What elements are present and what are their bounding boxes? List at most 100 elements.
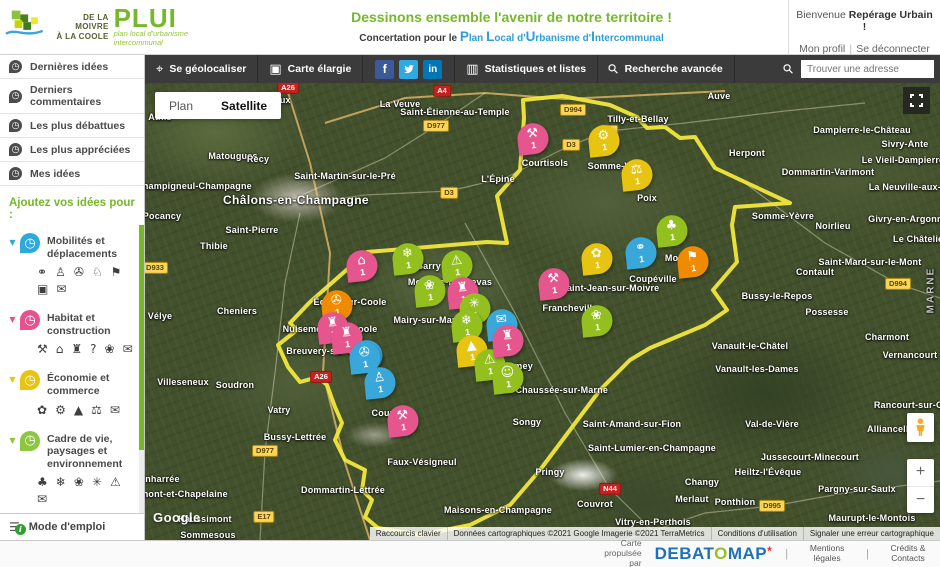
facebook-icon[interactable]: f	[375, 60, 394, 79]
social-icon: ☺	[500, 366, 515, 380]
category-label: Mobilités et déplacements	[47, 233, 134, 260]
map-place-label: Vanault-les-Dames	[715, 364, 798, 374]
factory-icon: ⚙	[55, 403, 66, 417]
clock-bubble-icon: ◷	[20, 233, 40, 253]
road-shield: D995	[759, 500, 785, 512]
help-button[interactable]: ☰i Mode d'emploi	[0, 513, 144, 540]
street-view-pegman[interactable]	[907, 413, 934, 442]
idea-count: 1	[506, 380, 512, 389]
pedestrian-icon: ♙	[55, 265, 66, 279]
map-icon: ▣	[269, 63, 281, 76]
map-place-label: Cheniers	[217, 306, 257, 316]
fullscreen-icon	[910, 94, 923, 107]
geolocate-button[interactable]: ⌖ Se géolocaliser	[145, 55, 258, 83]
category-label: Habitat et construction	[47, 310, 134, 337]
factory-icon: ⚙	[597, 129, 610, 143]
map-place-label: Lenharrée	[145, 474, 180, 484]
map-place-label: L'Épine	[481, 174, 515, 184]
debatomap-logo[interactable]: DEBATOMAP*	[655, 544, 773, 564]
map-type-plan[interactable]: Plan	[155, 92, 207, 119]
geolocate-icon: ⌖	[156, 63, 163, 76]
bus-icon: ▣	[37, 282, 48, 296]
map-place-label: Soudron	[216, 380, 254, 390]
legal-link[interactable]: Mentions légales	[801, 544, 853, 564]
territory-name-line2: À LA COOLE	[50, 32, 109, 42]
fullscreen-button[interactable]	[903, 87, 930, 114]
attribution-item-3[interactable]: Signaler une erreur cartographique	[803, 527, 940, 540]
tractor-icon: ✿	[37, 403, 47, 417]
sidebar-nav-item-2[interactable]: ◷Les plus débattues	[0, 114, 144, 138]
map-place-label: Maisons-en-Champagne	[444, 505, 552, 515]
fields-icon: ❄	[401, 247, 413, 261]
advanced-search-button[interactable]: ⚲ Recherche avancée	[598, 55, 735, 83]
map-place-label: Vanault-le-Châtel	[712, 341, 788, 351]
map-type-satellite[interactable]: Satellite	[207, 92, 281, 119]
twitter-icon[interactable]	[399, 60, 418, 79]
road-shield: A26	[310, 371, 332, 383]
hand-plant-icon: ❀	[74, 475, 84, 489]
map-place-label: Bussy-le-Repos	[742, 291, 813, 301]
idea-count: 1	[360, 268, 366, 277]
map-place-label: Recy	[247, 154, 269, 164]
map-place-label: Merlaut	[675, 494, 708, 504]
family-walk-icon: ♘	[92, 265, 103, 279]
linkedin-icon[interactable]: in	[423, 60, 442, 79]
house-question-icon: ?	[90, 342, 96, 356]
map-canvas[interactable]: Plan Satellite + − Google Raccourcis cla…	[145, 83, 940, 540]
wide-map-button[interactable]: ▣ Carte élargie	[258, 55, 363, 83]
construction-icon: ⚒	[396, 409, 409, 423]
google-logo[interactable]: Google	[153, 510, 201, 525]
app-header: DE LA MOIVRE À LA COOLE PLUI plan local …	[0, 0, 940, 55]
zoom-out-button[interactable]: −	[907, 487, 934, 514]
sidebar-scrollbar-thumb[interactable]	[139, 225, 144, 450]
zoom-in-button[interactable]: +	[907, 459, 934, 487]
road-shield: N44	[599, 483, 621, 495]
sidebar-nav-item-1[interactable]: ◷Derniers commentaires	[0, 79, 144, 114]
attribution-item-2[interactable]: Conditions d'utilisation	[711, 527, 803, 540]
clock-bubble-icon: ◷	[9, 167, 22, 180]
category-item-4[interactable]: ▼◷Loisirs, culture, services⚑♘☞☺♪@✉	[0, 512, 144, 513]
risk-icon: ⚠	[450, 254, 463, 268]
category-item-1[interactable]: ▼◷Habitat et construction⚒⌂♜?❀✉	[0, 302, 144, 362]
address-search-input[interactable]	[801, 60, 934, 78]
category-item-0[interactable]: ▼◷Mobilités et déplacements⚭♙✇♘⚑▣✉	[0, 225, 144, 302]
map-place-label: Villeseneux	[157, 377, 209, 387]
comment-bubble-icon: ✉	[110, 403, 120, 417]
road-shield: D933	[145, 262, 168, 274]
map-place-label: Pringy	[535, 467, 564, 477]
idea-count: 1	[428, 293, 434, 302]
map-place-label: La Neuville-aux-Bois	[869, 182, 940, 192]
app-logo[interactable]: DE LA MOIVRE À LA COOLE PLUI plan local …	[0, 0, 235, 54]
sidebar-nav-item-4[interactable]: ◷Mes idées	[0, 162, 144, 186]
category-item-3[interactable]: ▼◷Cadre de vie, paysages et environnemen…	[0, 423, 144, 513]
hand-plant-icon: ❀	[105, 342, 115, 356]
credits-link[interactable]: Crédits & Contacts	[882, 544, 934, 564]
map-place-label: Vélye	[148, 311, 173, 321]
page-subtitle: Concertation pour le Plan Local d'Urbani…	[235, 29, 788, 44]
attribution-item-0[interactable]: Raccourcis clavier	[370, 527, 447, 540]
logout-link[interactable]: Se déconnecter	[856, 43, 930, 55]
category-item-2[interactable]: ▼◷Économie et commerce✿⚙▲⚖✉	[0, 362, 144, 422]
category-list: ▼◷Mobilités et déplacements⚭♙✇♘⚑▣✉▼◷Habi…	[0, 225, 144, 513]
sidebar-nav-item-0[interactable]: ◷Dernières idées	[0, 55, 144, 79]
map-place-label: Saint-Mard-sur-le-Mont	[819, 257, 922, 267]
idea-count: 1	[635, 177, 641, 186]
map-place-label: Givry-en-Argonne	[868, 214, 940, 224]
road-shield: A4	[433, 85, 451, 97]
welcome-message: Bienvenue Repérage Urbain !	[795, 9, 934, 33]
statistics-button[interactable]: ▥ Statistiques et listes	[455, 55, 598, 83]
idea-count: 1	[378, 385, 384, 394]
road-shield: D977	[252, 445, 278, 457]
map-place-label: Charmont	[865, 332, 909, 342]
market-cart-icon: ⚖	[91, 403, 102, 417]
profile-link[interactable]: Mon profil	[799, 43, 845, 55]
page-title: Dessinons ensemble l'avenir de notre ter…	[235, 9, 788, 25]
map-toolbar: ⌖ Se géolocaliser ▣ Carte élargie f in ▥…	[145, 55, 940, 83]
map-place-label: Vitry-en-Perthois	[615, 517, 691, 527]
idea-count: 1	[595, 261, 601, 270]
map-place-label: Châlons-en-Champagne	[223, 193, 369, 207]
idea-count: 1	[602, 143, 608, 152]
bar-chart-icon: ▥	[466, 63, 478, 76]
camping-icon: ▲	[466, 339, 477, 353]
sidebar-nav-item-3[interactable]: ◷Les plus appréciées	[0, 138, 144, 162]
